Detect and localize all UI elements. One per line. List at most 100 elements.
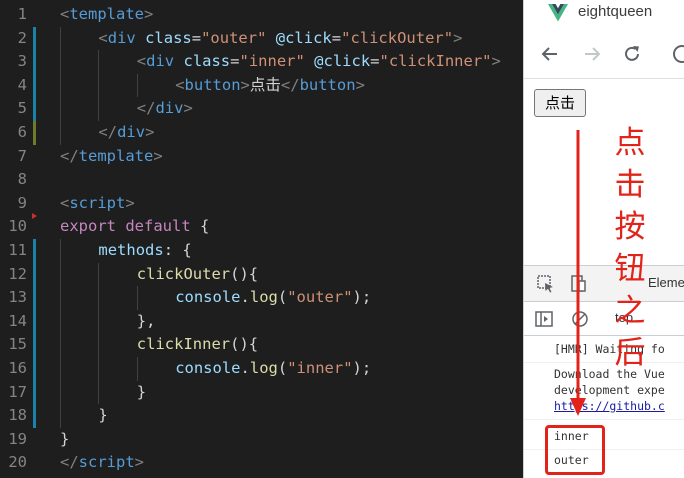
code-text: <button>点击</button> [175,75,365,94]
code-line[interactable]: 14}, [0,309,524,334]
git-change-marker[interactable] [33,121,36,145]
code-text: <div class="inner" @click="clickInner"> [136,52,501,71]
code-line[interactable]: 6 </div> [0,121,524,145]
git-change-marker[interactable] [33,262,36,287]
code-line[interactable]: 5 </div> [0,97,524,121]
indent-guide [60,121,61,145]
code-line[interactable]: 13 console.log("outer"); [0,286,524,310]
indent-guide [98,73,100,98]
code-text: } [136,382,147,401]
git-change-marker[interactable] [33,26,36,51]
line-number: 16 [8,359,27,377]
code-line[interactable]: 20 </script> [0,451,524,475]
indent-guide [60,73,61,98]
tab-strip: eightqueen [524,0,684,30]
annotation-char: 点 [614,125,646,161]
vue-logo-icon [548,4,568,22]
code-text: </div> [136,99,193,118]
code-text: <script> [60,193,135,212]
breakpoint-marker [32,213,37,219]
console-toolbar: top [524,302,684,336]
code-line[interactable]: 12 clickOuter(){ [0,262,524,287]
reload-icon[interactable] [618,40,646,68]
code-text: clickInner(){ [136,335,259,354]
git-change-marker[interactable] [33,309,36,334]
code-line[interactable]: 11 methods: { [0,239,524,263]
annotation-char: 按 [614,209,646,245]
git-change-marker[interactable] [33,97,36,121]
browser-tab[interactable]: eightqueen [524,0,684,30]
app-icon[interactable] [668,40,684,68]
indent-guide [98,357,100,381]
git-change-marker[interactable] [33,404,36,428]
git-change-marker[interactable] [33,333,36,357]
forward-arrow-icon[interactable] [578,40,606,68]
device-toolbar-icon[interactable] [568,274,588,294]
code-line[interactable]: 2 <div class="outer" @click="clickOuter"> [0,26,524,51]
indent-guide [98,286,100,310]
console-message-download-2: development expe [554,383,665,397]
git-change-marker[interactable] [33,380,36,405]
code-line[interactable]: 15 clickInner(){ [0,333,524,357]
line-number: 15 [8,335,27,354]
console-message-link[interactable]: https://github.c [554,399,665,414]
code-text: </div> [98,123,155,141]
git-change-marker[interactable] [33,357,36,381]
git-change-marker[interactable] [33,286,36,310]
page-viewport: 点击 [524,79,684,265]
line-number: 9 [17,193,27,212]
line-number: 17 [8,382,27,401]
indent-guide [136,73,138,98]
line-number: 6 [17,123,27,141]
code-line[interactable]: 1 <template> [0,3,524,27]
navigation-bar [524,30,684,79]
annotation-char: 击 [614,167,646,203]
line-number: 12 [8,264,27,283]
code-line[interactable]: 9 <script> [0,192,524,216]
indent-guide [60,239,61,263]
clear-console-icon[interactable] [570,309,590,329]
git-change-marker[interactable] [33,239,36,263]
indent-guide [60,404,61,428]
code-line[interactable]: 8 [0,168,524,192]
message-separator [524,419,684,420]
indent-guide [60,333,61,357]
back-arrow-icon[interactable] [536,40,564,68]
code-line[interactable]: 18} [0,404,524,428]
code-text: </template> [60,146,163,165]
line-number: 7 [17,146,27,165]
code-line[interactable]: 19} [0,428,524,452]
devtools-toolbar: Elements [524,266,684,302]
indent-guide [60,50,61,74]
annotation-char: 后 [614,335,646,371]
code-text: export default { [60,217,210,236]
code-line[interactable]: 4 <button>点击</button> [0,73,524,98]
click-button[interactable]: 点击 [534,89,586,117]
code-text: <div class="outer" @click="clickOuter"> [98,28,463,47]
tab-title: eightqueen [578,3,653,20]
inspect-element-icon[interactable] [536,274,556,294]
code-text: console.log("outer"); [175,288,372,307]
git-change-marker[interactable] [33,50,36,74]
code-line[interactable]: 16 console.log("inner"); [0,357,524,381]
indent-guide [60,357,61,381]
indent-guide [60,286,61,310]
code-line[interactable]: 3 <div class="inner" @click="clickInner"> [0,50,524,74]
indent-guide [98,262,100,287]
code-editor[interactable]: 1 <template> 2 <div class="outer" @click="c… [0,0,524,478]
indent-guide [136,286,138,310]
line-number: 20 [8,453,27,472]
code-line[interactable]: 7 </template> [0,145,524,169]
line-number: 19 [8,429,27,448]
line-number: 3 [17,52,27,71]
git-change-marker[interactable] [33,73,36,98]
line-number: 4 [17,75,27,94]
line-number: 13 [8,288,27,307]
code-line[interactable]: 17} [0,380,524,405]
annotation-highlight-box [545,425,605,475]
message-separator [524,362,684,363]
code-text: }, [136,311,156,330]
code-line[interactable]: 10 export default { [0,215,524,239]
sidebar-toggle-icon[interactable] [534,309,554,329]
tab-elements[interactable]: Elements [648,275,684,290]
